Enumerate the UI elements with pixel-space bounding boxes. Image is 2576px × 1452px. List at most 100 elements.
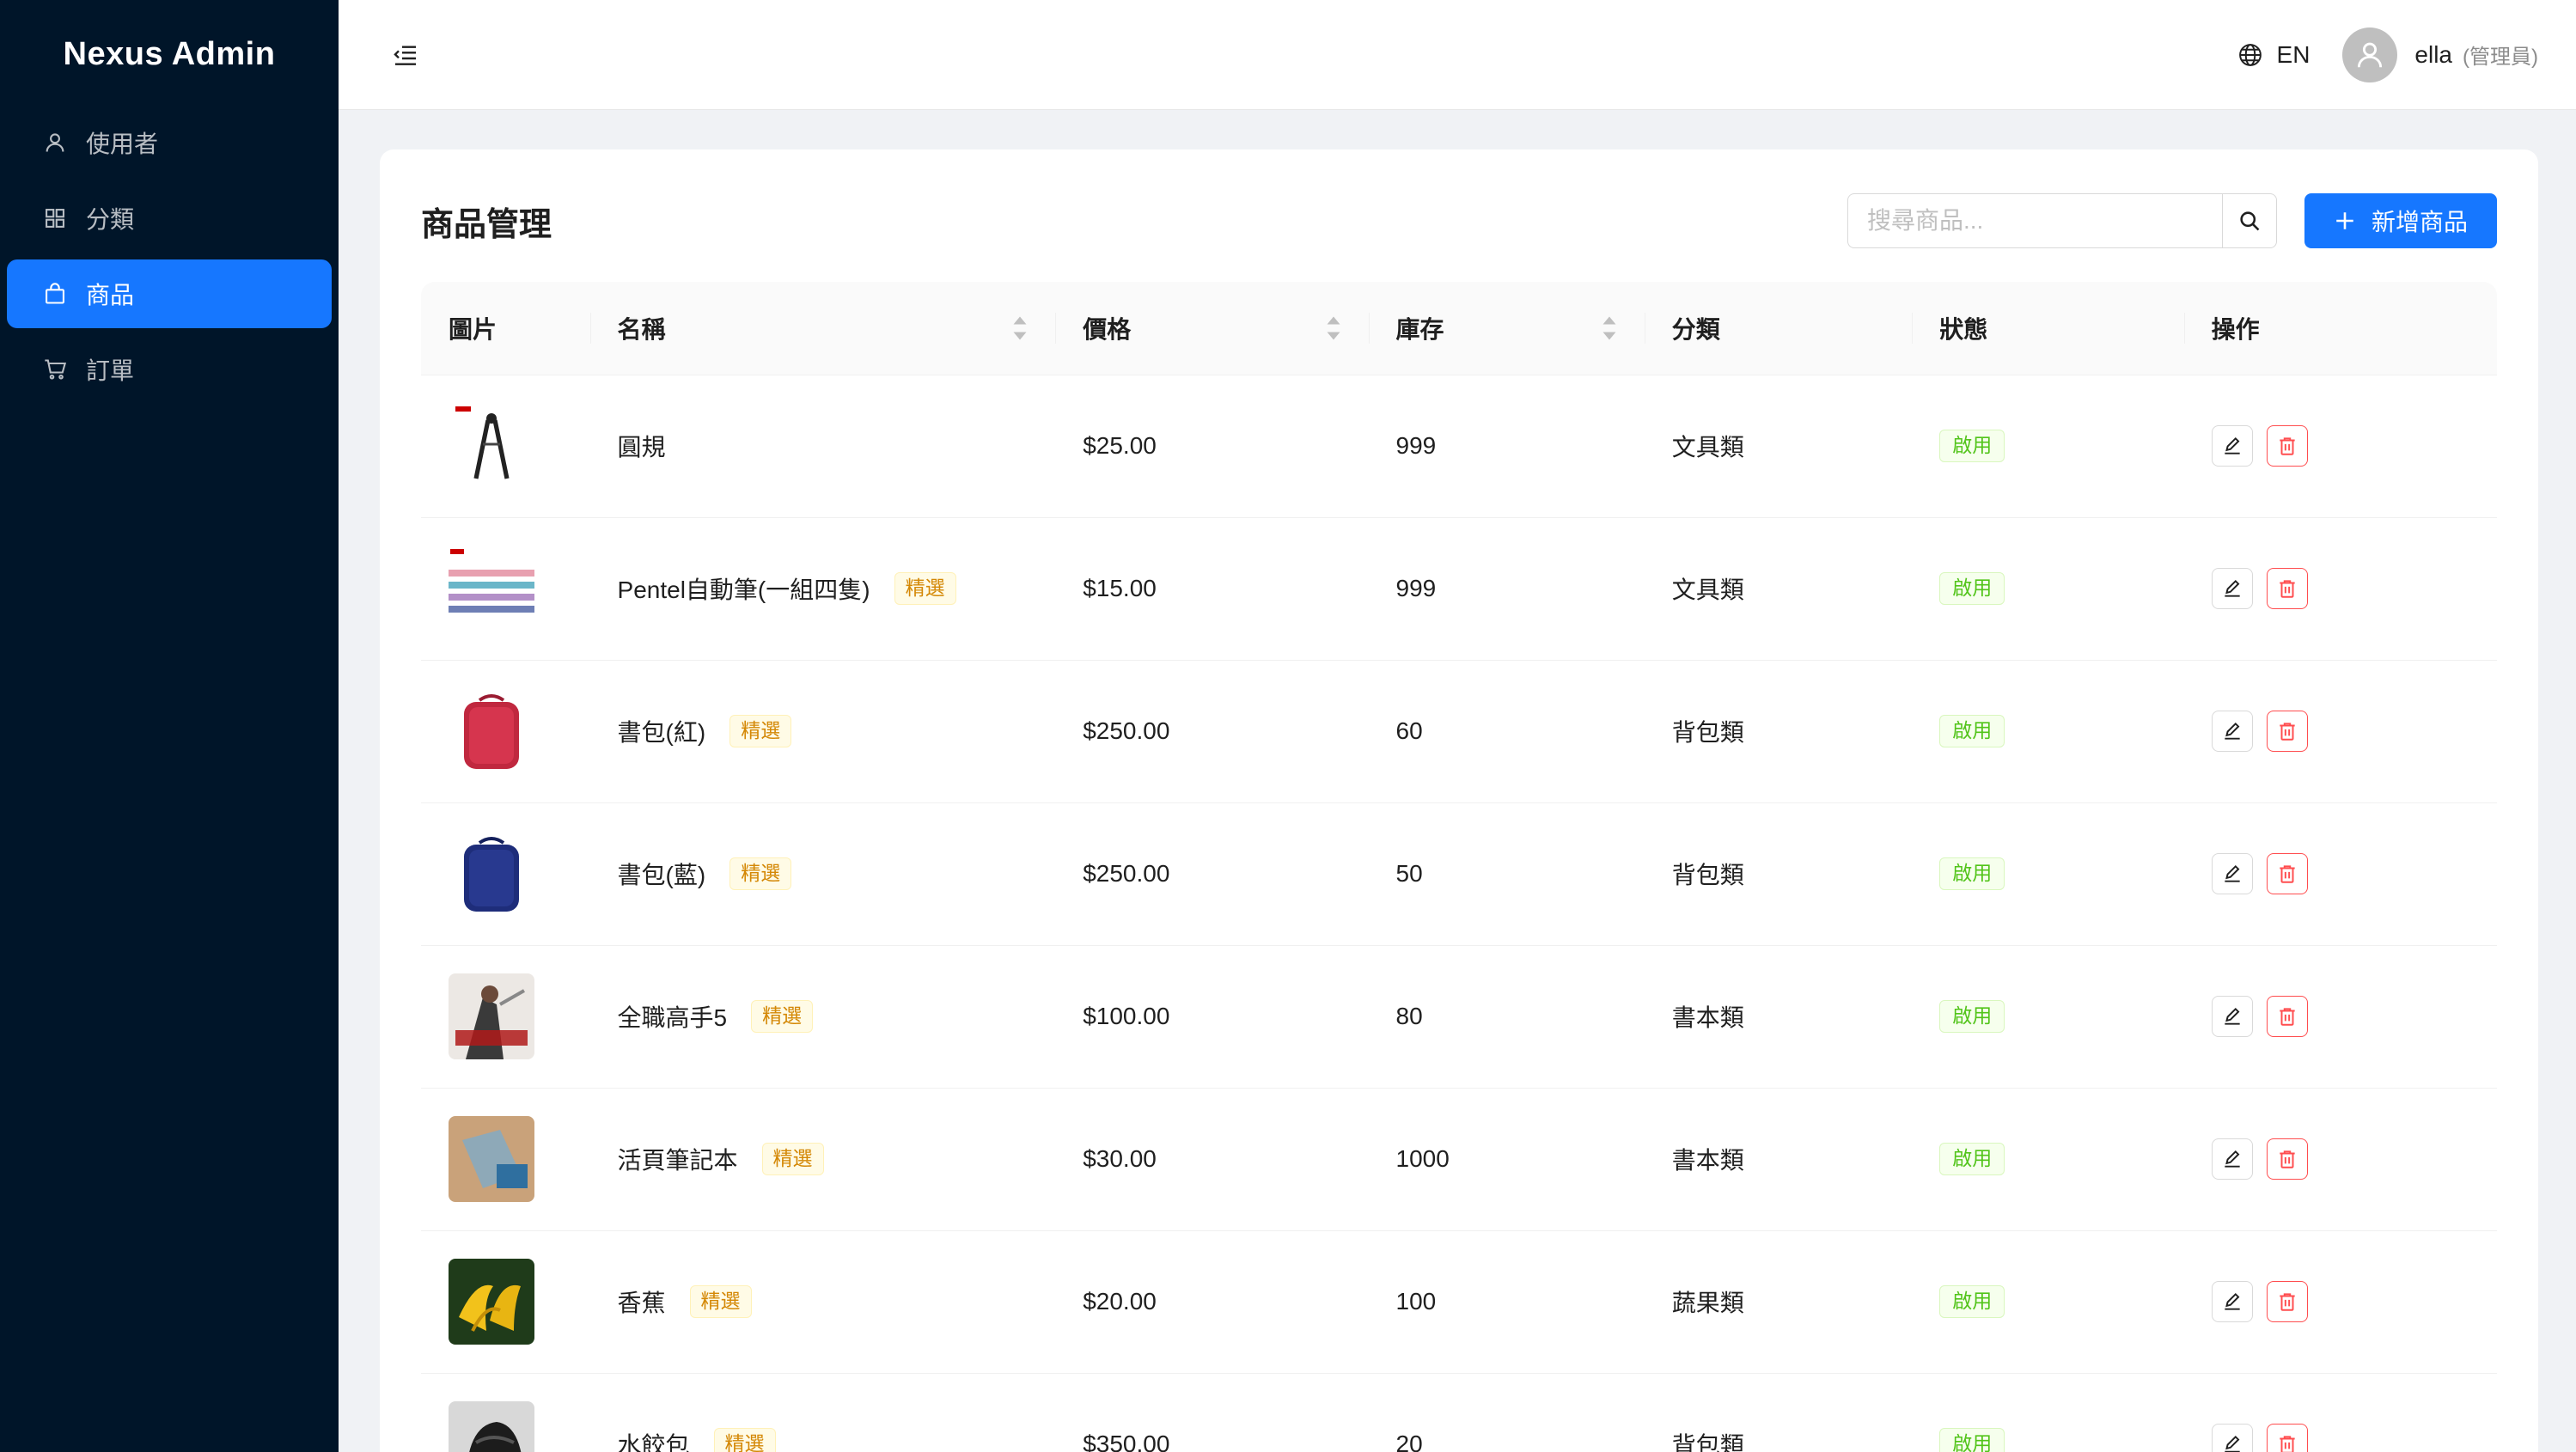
edit-button[interactable] (2211, 711, 2253, 752)
status-badge: 啟用 (1939, 572, 2005, 605)
product-status-cell: 啟用 (1912, 1088, 2184, 1231)
column-header-name[interactable]: 名稱 (589, 282, 1056, 375)
product-name-cell: 書包(藍) 精選 (589, 802, 1056, 946)
trash-icon (2279, 723, 2295, 741)
product-stock: 999 (1368, 517, 1645, 661)
edit-button[interactable] (2211, 1424, 2253, 1452)
user-name: ella (2414, 40, 2453, 68)
edit-button[interactable] (2211, 425, 2253, 467)
page-title: 商品管理 (421, 206, 552, 243)
featured-tag: 精選 (894, 572, 956, 605)
add-product-label: 新增商品 (2371, 209, 2468, 235)
delete-button[interactable] (2266, 1138, 2308, 1180)
trash-icon (2279, 1293, 2295, 1311)
product-table: 圖片 名稱 價格 庫存 分類 狀態 操作 圓規 $25.00 999 文具類 啟… (421, 282, 2497, 1452)
column-header-stock[interactable]: 庫存 (1368, 282, 1645, 375)
product-actions-cell (2183, 1373, 2497, 1452)
avatar[interactable] (2342, 27, 2398, 82)
sort-icon[interactable] (1602, 315, 1617, 341)
trash-icon (2279, 865, 2295, 883)
black-bag-thumbnail (449, 1401, 534, 1452)
language-switch[interactable]: EN (2237, 41, 2310, 69)
product-image-cell (421, 1088, 590, 1231)
product-category: 背包類 (1644, 802, 1913, 946)
delete-button[interactable] (2266, 996, 2308, 1037)
column-header-price[interactable]: 價格 (1055, 282, 1369, 375)
delete-button[interactable] (2266, 425, 2308, 467)
trash-icon (2279, 1008, 2295, 1026)
table-row: 香蕉 精選 $20.00 100 蔬果類 啟用 (421, 1230, 2497, 1374)
header-right: EN ella (管理員) (2237, 27, 2538, 82)
search-group (1847, 193, 2277, 248)
product-category: 文具類 (1644, 375, 1913, 518)
plus-icon (2336, 212, 2353, 229)
sidebar-item-products[interactable]: 商品 (7, 259, 332, 328)
add-product-button[interactable]: 新增商品 (2304, 193, 2497, 248)
menu-fold-icon[interactable] (392, 41, 419, 69)
trash-icon (2279, 580, 2295, 598)
product-price: $350.00 (1055, 1373, 1369, 1452)
product-name: 圓規 (617, 434, 666, 461)
featured-tag: 精選 (729, 857, 792, 890)
product-status-cell: 啟用 (1912, 945, 2184, 1089)
edit-icon (2224, 1007, 2240, 1025)
table-row: 全職高手5 精選 $100.00 80 書本類 啟用 (421, 945, 2497, 1089)
product-name: 書包(紅) (617, 719, 706, 746)
product-image-cell (421, 1373, 590, 1452)
column-header-actions: 操作 (2183, 282, 2497, 375)
sort-icon[interactable] (1326, 315, 1341, 341)
edit-icon (2224, 722, 2240, 740)
blue-bag-thumbnail (449, 831, 534, 917)
product-price: $30.00 (1055, 1088, 1369, 1231)
edit-button[interactable] (2211, 568, 2253, 609)
delete-button[interactable] (2266, 853, 2308, 894)
edit-icon (2224, 1292, 2240, 1310)
table-row: 書包(藍) 精選 $250.00 50 背包類 啟用 (421, 802, 2497, 946)
edit-button[interactable] (2211, 853, 2253, 894)
edit-icon (2224, 1435, 2240, 1452)
sidebar-item-categories[interactable]: 分類 (7, 184, 332, 253)
sidebar-item-orders[interactable]: 訂單 (7, 335, 332, 404)
sidebar-item-users[interactable]: 使用者 (7, 108, 332, 177)
sort-icon[interactable] (1012, 315, 1028, 341)
product-status-cell: 啟用 (1912, 375, 2184, 518)
featured-tag: 精選 (751, 1000, 814, 1033)
table-header-row: 圖片 名稱 價格 庫存 分類 狀態 操作 (421, 282, 2497, 375)
trash-icon (2279, 1150, 2295, 1168)
product-name: Pentel自動筆(一組四隻) (617, 577, 870, 603)
delete-button[interactable] (2266, 711, 2308, 752)
delete-button[interactable] (2266, 568, 2308, 609)
product-name: 活頁筆記本 (617, 1147, 738, 1174)
product-image-cell (421, 660, 590, 803)
search-input[interactable] (1847, 193, 2222, 248)
product-name-cell: 圓規 (589, 375, 1056, 518)
delete-button[interactable] (2266, 1281, 2308, 1322)
edit-button[interactable] (2211, 996, 2253, 1037)
sidebar-menu: 使用者 分類 商品 訂單 (0, 108, 339, 404)
search-button[interactable] (2221, 193, 2277, 248)
status-badge: 啟用 (1939, 1285, 2005, 1318)
red-bag-thumbnail (449, 688, 534, 774)
user-avatar-icon (2358, 42, 2383, 67)
delete-button[interactable] (2266, 1424, 2308, 1452)
edit-button[interactable] (2211, 1138, 2253, 1180)
edit-icon (2224, 1150, 2240, 1168)
status-badge: 啟用 (1939, 1143, 2005, 1175)
product-stock: 50 (1368, 802, 1645, 946)
featured-tag: 精選 (713, 1428, 776, 1452)
product-status-cell: 啟用 (1912, 1230, 2184, 1374)
notebook-thumbnail (449, 1116, 534, 1202)
product-name-cell: 全職高手5 精選 (589, 945, 1056, 1089)
language-label: EN (2276, 40, 2310, 68)
trash-icon (2279, 1436, 2295, 1452)
status-badge: 啟用 (1939, 430, 2005, 462)
bananas-thumbnail (449, 1259, 534, 1345)
product-stock: 60 (1368, 660, 1645, 803)
edit-button[interactable] (2211, 1281, 2253, 1322)
app-logo: Nexus Admin (63, 35, 276, 72)
product-actions-cell (2183, 802, 2497, 946)
product-name-cell: 香蕉 精選 (589, 1230, 1056, 1374)
product-name-cell: 書包(紅) 精選 (589, 660, 1056, 803)
toolbar: 新增商品 (1847, 193, 2497, 248)
product-stock: 999 (1368, 375, 1645, 518)
